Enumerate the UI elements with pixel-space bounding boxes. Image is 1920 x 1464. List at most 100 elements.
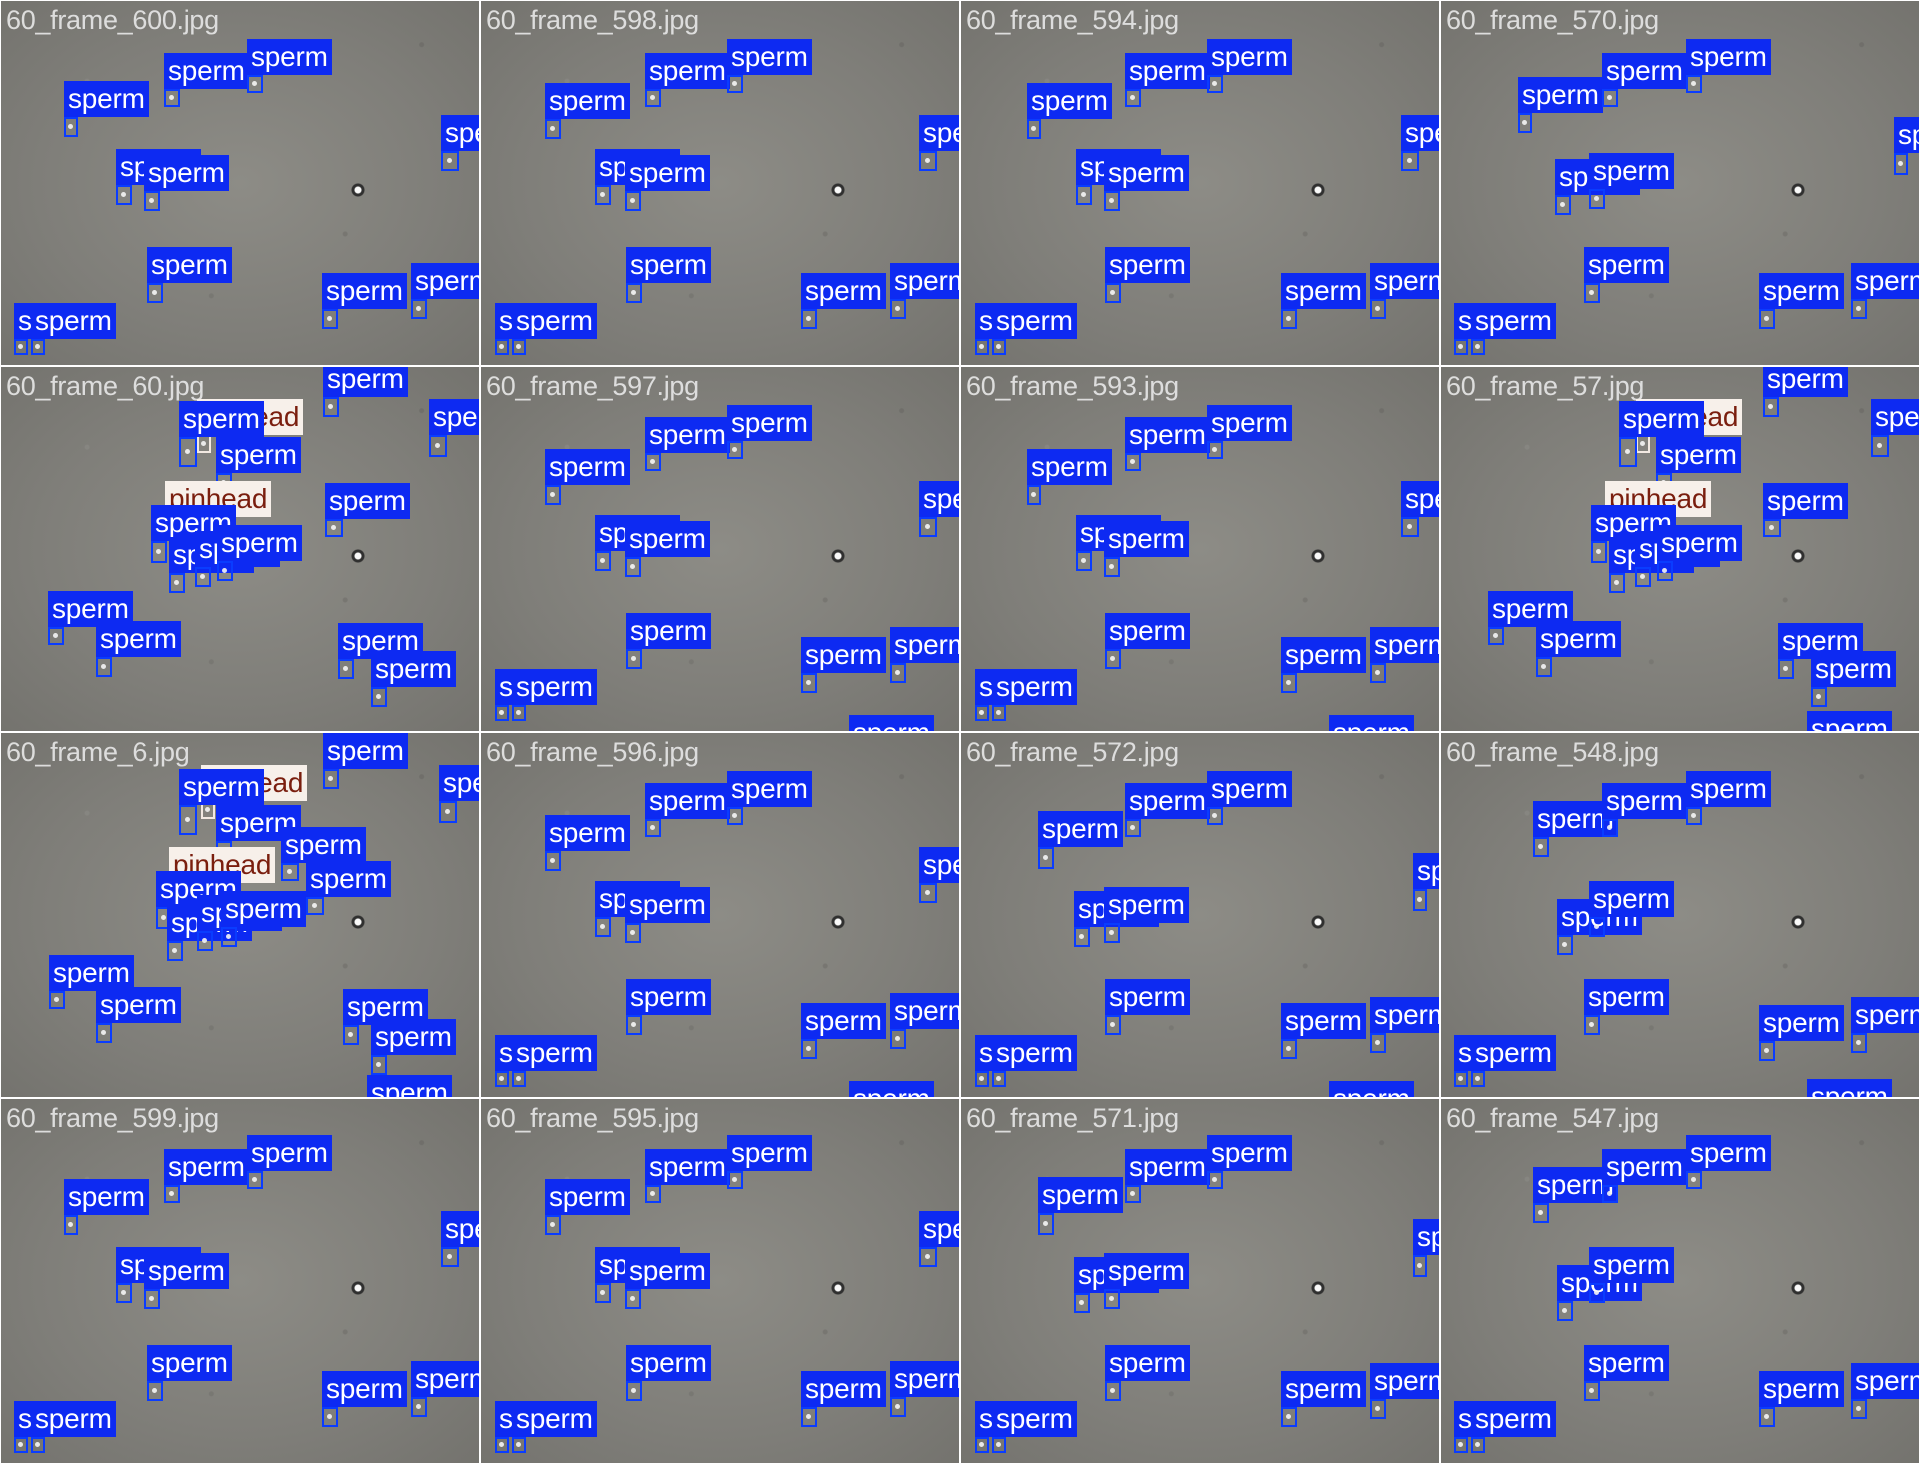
sperm-detection-box: sperm <box>1759 1005 1844 1061</box>
sperm-label: sperm <box>322 273 407 309</box>
sperm-label: sperm <box>727 1135 812 1171</box>
sperm-label: sperm <box>645 53 730 89</box>
sperm-detection-box: sperm <box>96 987 181 1043</box>
cell-dot <box>1877 443 1882 448</box>
sperm-label: sperm <box>367 1075 452 1097</box>
sperm-label: sperm <box>1413 1219 1439 1255</box>
cell-dot <box>996 710 1001 715</box>
cell-dot <box>1375 670 1380 675</box>
sperm-label: sperm <box>1763 367 1848 397</box>
cell-dot <box>1031 492 1036 497</box>
sperm-label: sperm <box>545 449 630 485</box>
sperm-label: sperm <box>1589 881 1674 917</box>
sperm-label: sperm <box>1104 887 1189 923</box>
sperm-detection-box: sperm <box>1281 273 1366 329</box>
sperm-detection-box: sperm <box>1894 117 1919 175</box>
sperm-detection-box: sperm <box>1518 77 1603 133</box>
cell-dot <box>312 903 317 908</box>
sperm-label: sperm <box>221 891 306 927</box>
sperm-label: sperm <box>625 887 710 923</box>
sperm-label: sperm <box>1686 771 1771 807</box>
cell-dot <box>200 574 205 579</box>
sperm-detection-box: sperm <box>343 989 428 1045</box>
sperm-detection-box: sperm <box>919 481 959 537</box>
sperm-label: sperm <box>1589 1247 1674 1283</box>
tile-60-frame-597-jpg: 60_frame_597.jpgspermspermspermspermsper… <box>481 367 959 731</box>
cell-dot <box>1079 1300 1084 1305</box>
cell-dot <box>68 124 73 129</box>
cell-dot <box>600 558 605 563</box>
cell-dot <box>650 1191 655 1196</box>
cell-dot <box>161 915 166 920</box>
sperm-label: sperm <box>1471 303 1556 339</box>
sperm-label: sperm <box>1413 853 1439 889</box>
sperm-label: sperm <box>1584 1345 1669 1381</box>
cell-dot <box>600 924 605 929</box>
sperm-label: sperm <box>31 1401 116 1437</box>
sperm-detection-box: sperm <box>1589 881 1674 937</box>
sperm-label: sperm <box>1281 1371 1366 1407</box>
sperm-detection-box: sperm <box>31 1401 116 1453</box>
cell-dot <box>1375 1040 1380 1045</box>
cell-dot <box>996 1442 1001 1447</box>
cell-dot <box>925 158 930 163</box>
sperm-label: sperm <box>1811 651 1896 687</box>
cell-dot <box>1764 1048 1769 1053</box>
sperm-detection-box: sperm <box>144 155 229 211</box>
cell-dot <box>806 316 811 321</box>
cell-dot <box>205 807 210 812</box>
sperm-detection-box: sperm <box>890 627 959 683</box>
sperm-detection-box: sperm <box>411 1361 479 1417</box>
sperm-detection-box: sperm <box>116 149 201 205</box>
sperm-detection-box: sperm <box>992 1401 1077 1453</box>
cell-dot <box>1079 934 1084 939</box>
tile-filename: 60_frame_571.jpg <box>966 1103 1179 1133</box>
cell-dot <box>327 316 332 321</box>
cell-dot <box>416 306 421 311</box>
sperm-detection-box: sperm <box>1038 1177 1123 1235</box>
sperm-detection-box: sperm <box>322 273 407 329</box>
sperm-label: sperm <box>281 827 366 863</box>
sperm-detection-box: sperm <box>1759 1371 1844 1427</box>
sperm-label: sperm <box>1871 399 1919 435</box>
cell-dot <box>1475 1076 1480 1081</box>
sperm-detection-box: sperm <box>1105 1345 1190 1401</box>
cell-dot <box>499 1076 504 1081</box>
sperm-label: sperm <box>147 247 232 283</box>
cell-dot <box>1607 95 1612 100</box>
sperm-detection-box: sperm <box>1454 1035 1539 1087</box>
cell-dot <box>101 664 106 669</box>
sperm-detection-box: sperm <box>195 531 280 587</box>
cell-dot <box>327 1414 332 1419</box>
sperm-label: sperm <box>441 1211 479 1247</box>
cell-dot <box>499 710 504 715</box>
sperm-detection-box: sperm <box>1589 153 1674 209</box>
cell-dot <box>996 344 1001 349</box>
sperm-label: sperm <box>801 1371 886 1407</box>
sperm-detection-box: sperm <box>164 53 249 107</box>
cell-dot <box>1764 1414 1769 1419</box>
tile-filename: 60_frame_548.jpg <box>1446 737 1659 767</box>
sperm-label: sperm <box>1471 1401 1556 1437</box>
cell-dot <box>1109 564 1114 569</box>
cell-dot <box>1589 1388 1594 1393</box>
sperm-detection-box: sperm <box>801 637 886 693</box>
cell-dot <box>650 459 655 464</box>
sperm-detection-box: sperm <box>1557 899 1642 955</box>
sperm-detection-box: sperm <box>1076 515 1161 571</box>
sperm-label: sperm <box>31 303 116 339</box>
sperm-label: sperm <box>1027 83 1112 119</box>
sperm-label: sperm <box>1471 1035 1556 1071</box>
sperm-label: sperm <box>1207 39 1292 75</box>
sperm-label: sperm <box>1104 155 1189 191</box>
sperm-detection-box: sperm <box>495 669 580 721</box>
tile-60-frame-600-jpg: 60_frame_600.jpgspermspermspermspermsper… <box>1 1 479 365</box>
cell-dot <box>1856 1040 1861 1045</box>
cell-dot <box>121 192 126 197</box>
cell-dot <box>1898 161 1903 166</box>
cell-dot <box>1109 930 1114 935</box>
sperm-label: sperm <box>919 481 959 517</box>
sperm-label: sperm <box>49 955 134 991</box>
sperm-detection-box: sperm <box>1074 1257 1159 1313</box>
sperm-label: sperm <box>992 1035 1077 1071</box>
